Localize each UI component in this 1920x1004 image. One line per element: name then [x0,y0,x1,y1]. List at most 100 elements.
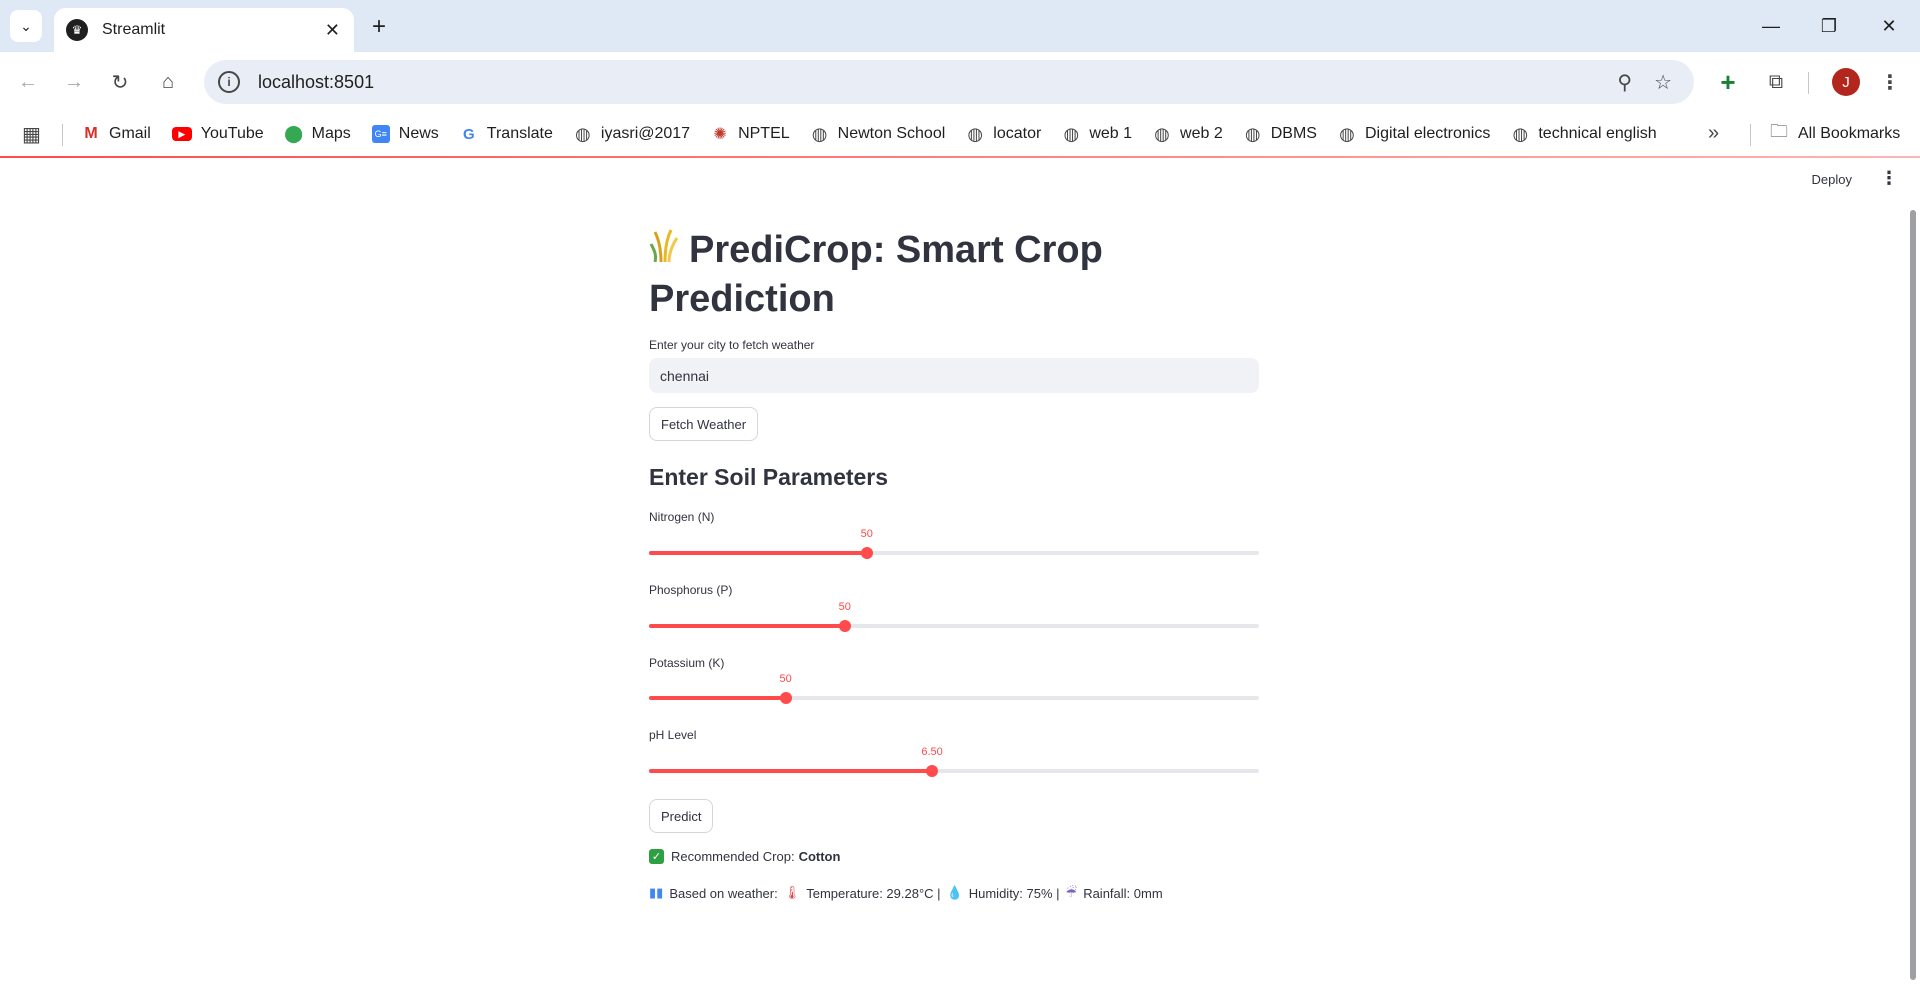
slider-thumb[interactable] [860,547,873,559]
humidity-text: Humidity: 75% | [968,885,1060,901]
droplet-icon: 💧 [946,885,963,900]
city-input[interactable]: chennai [649,358,1259,393]
bookmark-label: web 2 [1180,125,1223,142]
news-icon: G≡ [371,125,390,143]
bookmark-label: web 1 [1089,125,1133,142]
bookmark-label: Digital electronics [1364,125,1491,142]
bookmarks-bar: ▦ M Gmail ▶ YouTube ⬤ Maps G≡ News G Tra… [0,112,1920,156]
bookmark-label: Translate [486,125,553,142]
temperature-text: Temperature: 29.28°C | [806,885,941,901]
streamlit-app: Deploy ⋮ PrediCrop: Smart Crop Predictio… [0,158,1920,1004]
rain-icon: ☔ [1065,885,1078,900]
bookmark-youtube[interactable]: ▶ YouTube [171,125,264,143]
page-title: PrediCrop: Smart Crop Prediction [649,226,1259,322]
restore-button[interactable]: ❐ [1806,12,1852,40]
bookmark-news[interactable]: G≡ News [371,125,439,143]
bookmark-gmail[interactable]: M Gmail [82,125,151,143]
more-bookmarks-icon[interactable]: » [1708,122,1719,145]
zoom-icon[interactable]: ⚲ [1617,70,1632,95]
check-icon: ✓ [649,849,664,864]
reload-button[interactable]: ↻ [104,66,136,98]
globe-icon: ◍ [1063,123,1080,144]
bookmark-label: DBMS [1270,125,1317,142]
globe-icon: ◍ [1154,123,1170,144]
extensions-puzzle-icon[interactable]: ⧉ [1760,66,1792,98]
url-text[interactable]: localhost:8501 [258,72,1617,93]
minimize-button[interactable]: — [1748,12,1794,40]
page-title-text: PrediCrop: Smart Crop Prediction [649,229,1103,320]
city-input-label: Enter your city to fetch weather [649,338,815,352]
extension-plus-icon[interactable]: + [1712,66,1744,98]
streamlit-favicon-icon: ♛ [66,19,88,41]
bookmark-translate[interactable]: G Translate [460,125,553,143]
bookmark-label: Gmail [109,125,151,142]
toolbar-divider [1808,72,1809,94]
bookmarks-divider [62,124,63,146]
bookmark-web-2[interactable]: ◍ web 2 [1153,123,1223,144]
close-window-button[interactable]: ✕ [1866,12,1912,40]
new-tab-button[interactable]: + [364,12,394,42]
potassium-label: Potassium (K) [649,656,725,670]
apps-grid-icon[interactable]: ▦ [22,122,41,147]
bookmark-list: M Gmail ▶ YouTube ⬤ Maps G≡ News G Trans… [82,112,1678,156]
soil-parameters-header: Enter Soil Parameters [649,464,889,490]
slider-fill [649,769,933,773]
slider-thumb[interactable] [926,765,939,777]
recommended-crop: Cotton [798,849,841,864]
bookmark-technical-english[interactable]: ◍ technical english [1511,124,1657,144]
close-tab-icon[interactable]: ✕ [325,20,340,41]
all-bookmarks-button[interactable]: 🗀 All Bookmarks [1770,112,1900,156]
phosphorus-slider[interactable]: 50 [649,601,1259,641]
slider-fill [649,551,867,555]
tab-search-button[interactable]: ⌄ [10,10,42,42]
slider-thumb[interactable] [838,620,851,632]
potassium-slider[interactable]: 50 [649,673,1259,713]
bookmark-star-icon[interactable]: ☆ [1654,70,1672,95]
browser-menu-icon[interactable]: ⋮ [1874,66,1906,98]
bookmark-nptel[interactable]: ✺ NPTEL [711,125,789,143]
fetch-weather-button[interactable]: Fetch Weather [649,407,759,441]
bookmark-digital-electronics[interactable]: ◍ Digital electronics [1338,124,1491,144]
bookmark-label: Maps [311,125,351,142]
bookmark-iyasri[interactable]: ◍ iyasri@2017 [574,123,690,144]
nptel-icon: ✺ [713,126,727,143]
bookmark-web-1[interactable]: ◍ web 1 [1062,123,1133,144]
result-prefix: Recommended Crop: [671,849,795,864]
browser-tab[interactable]: ♛ Streamlit ✕ [54,8,354,52]
rainfall-text: Rainfall: 0mm [1083,885,1163,901]
slider-thumb[interactable] [779,692,792,704]
translate-icon: G [462,125,475,143]
page-scrollbar[interactable] [1910,210,1916,980]
bookmark-label: YouTube [200,125,264,142]
ph-slider[interactable]: 6.50 [649,746,1259,786]
bookmark-locator[interactable]: ◍ locator [966,124,1042,144]
bookmark-maps[interactable]: ⬤ Maps [284,124,351,143]
profile-avatar[interactable]: J [1832,68,1860,96]
bookmark-label: technical english [1538,125,1657,142]
back-button[interactable]: ← [12,66,44,98]
maps-icon: ⬤ [284,124,304,143]
site-info-icon[interactable]: i [218,71,240,93]
globe-icon: ◍ [1244,123,1261,144]
deploy-button[interactable]: Deploy [1812,172,1852,187]
bookmark-label: News [398,125,439,142]
slider-value: 50 [779,673,792,685]
weather-summary: ▮▮ Based on weather: 🌡 Temperature: 29.2… [649,885,1163,901]
globe-icon: ◍ [575,123,591,144]
slider-fill [649,696,786,700]
home-button[interactable]: ⌂ [152,66,184,98]
main-menu-icon[interactable]: ⋮ [1880,168,1898,189]
crop-icon [649,226,679,276]
bookmark-dbms[interactable]: ◍ DBMS [1244,123,1317,144]
address-bar[interactable]: i localhost:8501 ⚲ ☆ [204,60,1694,104]
ph-label: pH Level [649,728,697,742]
predict-button[interactable]: Predict [649,799,714,833]
bookmark-label: locator [993,125,1042,142]
thermometer-icon: 🌡 [783,885,801,900]
forward-button[interactable]: → [58,66,90,98]
slider-value: 6.50 [921,746,943,758]
bookmarks-divider [1750,124,1751,146]
bookmark-newton-school[interactable]: ◍ Newton School [811,124,945,144]
nitrogen-slider[interactable]: 50 [649,528,1259,568]
phosphorus-label: Phosphorus (P) [649,583,733,597]
